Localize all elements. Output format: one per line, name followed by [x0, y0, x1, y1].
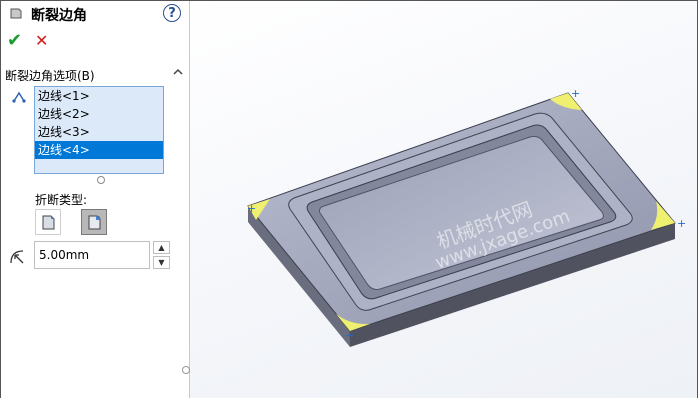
ok-button[interactable]: ✔	[7, 31, 25, 51]
graphics-viewport[interactable]: + + + + 机械时代网 www.jxage.com	[190, 1, 697, 398]
panel-title: 断裂边角	[31, 8, 87, 24]
chamfer-type-button[interactable]	[35, 209, 61, 235]
radius-icon	[10, 250, 24, 264]
selection-marker: +	[677, 217, 686, 230]
property-manager-panel: 断裂边角 ? ✔ ✕ 断裂边角选项(B) 边线<1> 边线<2> 边线<3> 边…	[1, 1, 190, 398]
selection-marker: +	[571, 87, 580, 100]
list-item[interactable]: 边线<1>	[35, 87, 163, 105]
cancel-button[interactable]: ✕	[35, 31, 53, 51]
edge-list[interactable]: 边线<1> 边线<2> 边线<3> 边线<4>	[34, 86, 164, 174]
fillet-type-icon	[88, 215, 101, 230]
section-title: 断裂边角选项(B)	[5, 69, 95, 83]
model-view[interactable]: + + + + 机械时代网 www.jxage.com	[190, 1, 697, 398]
edge-selection-icon	[12, 91, 26, 103]
distance-input[interactable]: 5.00mm	[34, 241, 150, 269]
spin-down-button[interactable]: ▼	[153, 256, 170, 269]
list-item-selected[interactable]: 边线<4>	[35, 141, 163, 159]
list-item[interactable]: 边线<2>	[35, 105, 163, 123]
list-resize-handle[interactable]	[97, 176, 105, 184]
help-button[interactable]: ?	[163, 4, 181, 22]
break-corner-icon	[10, 8, 22, 19]
distance-spinner[interactable]: ▲ ▼	[153, 241, 170, 269]
fillet-type-button[interactable]	[81, 209, 107, 235]
panel-resize-handle[interactable]	[182, 366, 190, 374]
chamfer-type-icon	[42, 215, 55, 230]
panel-header: 断裂边角 ?	[1, 1, 189, 27]
selection-marker: +	[247, 202, 256, 215]
spin-up-button[interactable]: ▲	[153, 241, 170, 254]
list-item[interactable]: 边线<3>	[35, 123, 163, 141]
chevron-up-icon[interactable]	[171, 65, 185, 79]
break-type-label: 折断类型:	[35, 193, 88, 207]
selection-marker: +	[345, 329, 354, 342]
